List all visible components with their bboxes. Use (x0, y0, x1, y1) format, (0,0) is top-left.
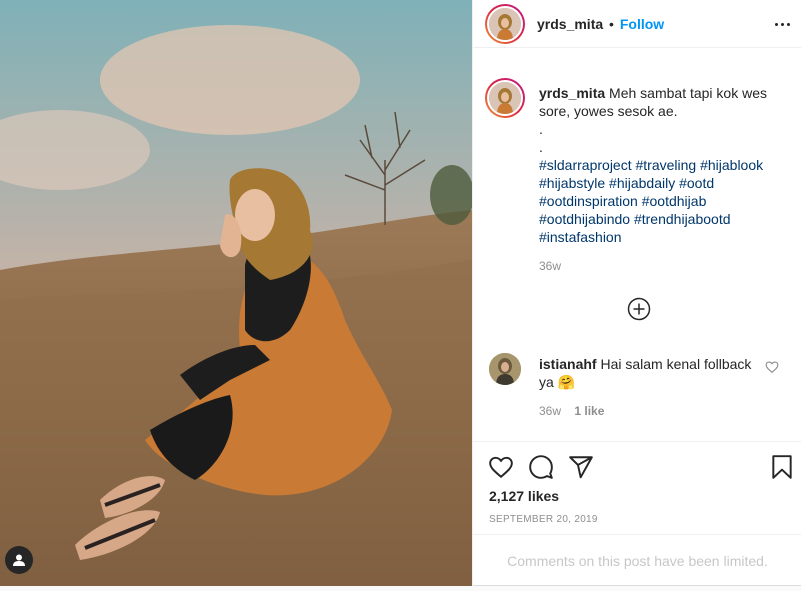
post-container: yrds_mita • Follow yrds_mita Meh sambat … (0, 0, 801, 586)
bookmark-icon (772, 455, 792, 479)
header-user-line: yrds_mita • Follow (537, 16, 664, 32)
comments-section[interactable]: yrds_mita Meh sambat tapi kok wes sore, … (473, 60, 801, 440)
post-header: yrds_mita • Follow (473, 0, 801, 48)
comment-like-button[interactable] (765, 360, 779, 374)
save-button[interactable] (769, 454, 795, 480)
comment-button[interactable] (528, 454, 554, 480)
commenter-avatar[interactable] (489, 353, 521, 385)
likes-count[interactable]: 2,127 likes (489, 488, 559, 504)
caption-avatar[interactable] (485, 78, 525, 118)
heart-icon (489, 456, 513, 479)
comment-meta: 36w 1 like (539, 404, 604, 418)
heart-icon (765, 361, 779, 374)
post-caption: yrds_mita Meh sambat tapi kok wes sore, … (539, 84, 779, 246)
post-panel: yrds_mita • Follow yrds_mita Meh sambat … (472, 0, 801, 586)
comment-age: 36w (539, 404, 562, 418)
share-button[interactable] (568, 454, 594, 480)
comment-emoji: 🤗 (557, 374, 576, 390)
caption-dot-line: . (539, 139, 543, 155)
comment-likes[interactable]: 1 like (574, 404, 604, 418)
more-horizontal-icon (774, 22, 778, 26)
post-actions: 2,127 likes SEPTEMBER 20, 2019 Comments … (473, 441, 801, 586)
avatar-image (489, 82, 521, 114)
follow-button[interactable]: Follow (620, 16, 664, 32)
person-icon (13, 554, 25, 566)
like-button[interactable] (488, 454, 514, 480)
avatar-image (489, 8, 521, 40)
caption-hashtags[interactable]: #sldarraproject #traveling #hijablook #h… (539, 156, 779, 246)
commenter-username[interactable]: istianahf (539, 356, 597, 372)
comment-body: istianahf Hai salam kenal follback ya 🤗 (539, 355, 755, 391)
header-username[interactable]: yrds_mita (537, 16, 603, 32)
header-avatar[interactable] (485, 4, 525, 44)
tagged-users-button[interactable] (5, 546, 33, 574)
comments-limited-notice: Comments on this post have been limited. (473, 534, 801, 587)
comment-icon (529, 455, 553, 479)
caption-dot-line: . (539, 121, 543, 137)
avatar-image (489, 353, 521, 385)
photo-illustration (0, 0, 472, 586)
post-photo[interactable] (0, 0, 472, 586)
share-icon (569, 456, 593, 479)
more-options-button[interactable] (772, 16, 792, 32)
load-more-comments-button[interactable] (627, 297, 651, 321)
plus-circle-icon (627, 297, 651, 321)
caption-age: 36w (539, 259, 562, 273)
caption-username[interactable]: yrds_mita (539, 85, 605, 101)
header-separator: • (609, 16, 614, 32)
post-date[interactable]: SEPTEMBER 20, 2019 (489, 514, 598, 525)
